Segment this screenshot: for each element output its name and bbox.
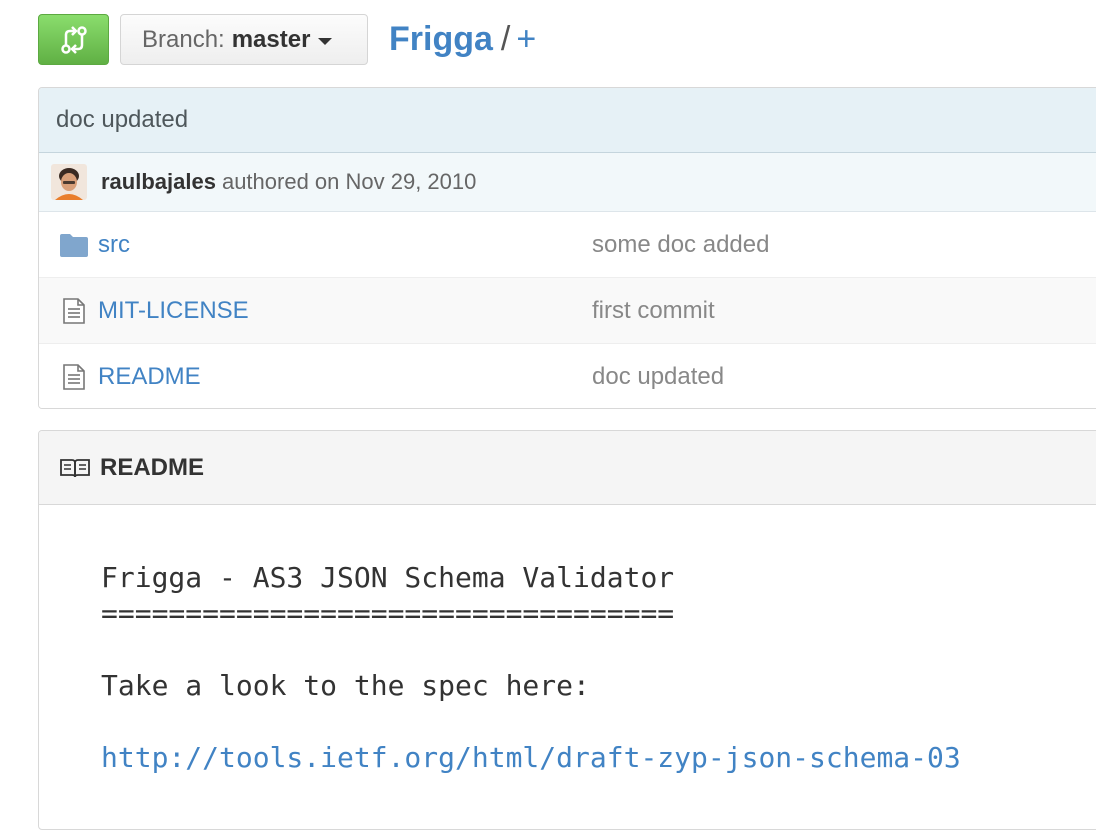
commit-message-text: doc updated [56, 106, 189, 133]
repo-name-link[interactable]: Frigga [389, 20, 493, 58]
readme-panel: README Frigga - AS3 JSON Schema Validato… [38, 430, 1096, 830]
file-commit-message[interactable]: first commit [592, 297, 715, 325]
file-commit-message[interactable]: doc updated [592, 363, 724, 391]
readme-content: Frigga - AS3 JSON Schema Validator ======… [39, 505, 1096, 776]
repo-toolbar: Branch: master Frigga / + [0, 0, 1096, 84]
file-name-link[interactable]: README [98, 363, 201, 391]
file-icon [63, 298, 85, 324]
book-icon [60, 458, 90, 477]
file-commit-message[interactable]: some doc added [592, 231, 769, 259]
compare-icon [60, 25, 87, 54]
file-row[interactable]: MIT-LICENSE first commit [39, 278, 1096, 344]
folder-icon [60, 234, 88, 257]
breadcrumb-separator: / [500, 20, 511, 58]
readme-spec-text: Take a look to the spec here: [101, 669, 590, 702]
last-commit-message[interactable]: doc updated [39, 88, 1096, 153]
branch-label: Branch: [142, 25, 225, 53]
file-list: src some doc added MIT-LICENSE first com… [39, 212, 1096, 408]
commit-author-link[interactable]: raulbajales [101, 169, 216, 195]
avatar[interactable] [51, 164, 87, 200]
breadcrumb: Frigga / + [389, 16, 536, 62]
chevron-down-icon [318, 37, 333, 45]
readme-heading: README [100, 453, 205, 481]
readme-spec-link[interactable]: http://tools.ietf.org/html/draft-zyp-jso… [101, 740, 1096, 776]
file-row[interactable]: src some doc added [39, 212, 1096, 278]
readme-title: Frigga - AS3 JSON Schema Validator [101, 561, 675, 594]
commit-action: authored on Nov 29, 2010 [221, 169, 477, 194]
file-icon [63, 364, 85, 390]
branch-selector[interactable]: Branch: master [120, 14, 368, 65]
file-row[interactable]: README doc updated [39, 344, 1096, 408]
commit-meta: raulbajales authored on Nov 29, 2010 [39, 153, 1096, 212]
file-name-link[interactable]: src [98, 231, 130, 259]
file-name-link[interactable]: MIT-LICENSE [98, 297, 249, 325]
branch-name: master [231, 25, 311, 53]
readme-header: README [39, 431, 1096, 505]
compare-button[interactable] [38, 14, 109, 65]
add-file-button[interactable]: + [516, 20, 536, 58]
readme-title-underline: ================================== [101, 597, 675, 630]
file-browser: doc updated raulbajales authored on Nov … [38, 87, 1096, 409]
